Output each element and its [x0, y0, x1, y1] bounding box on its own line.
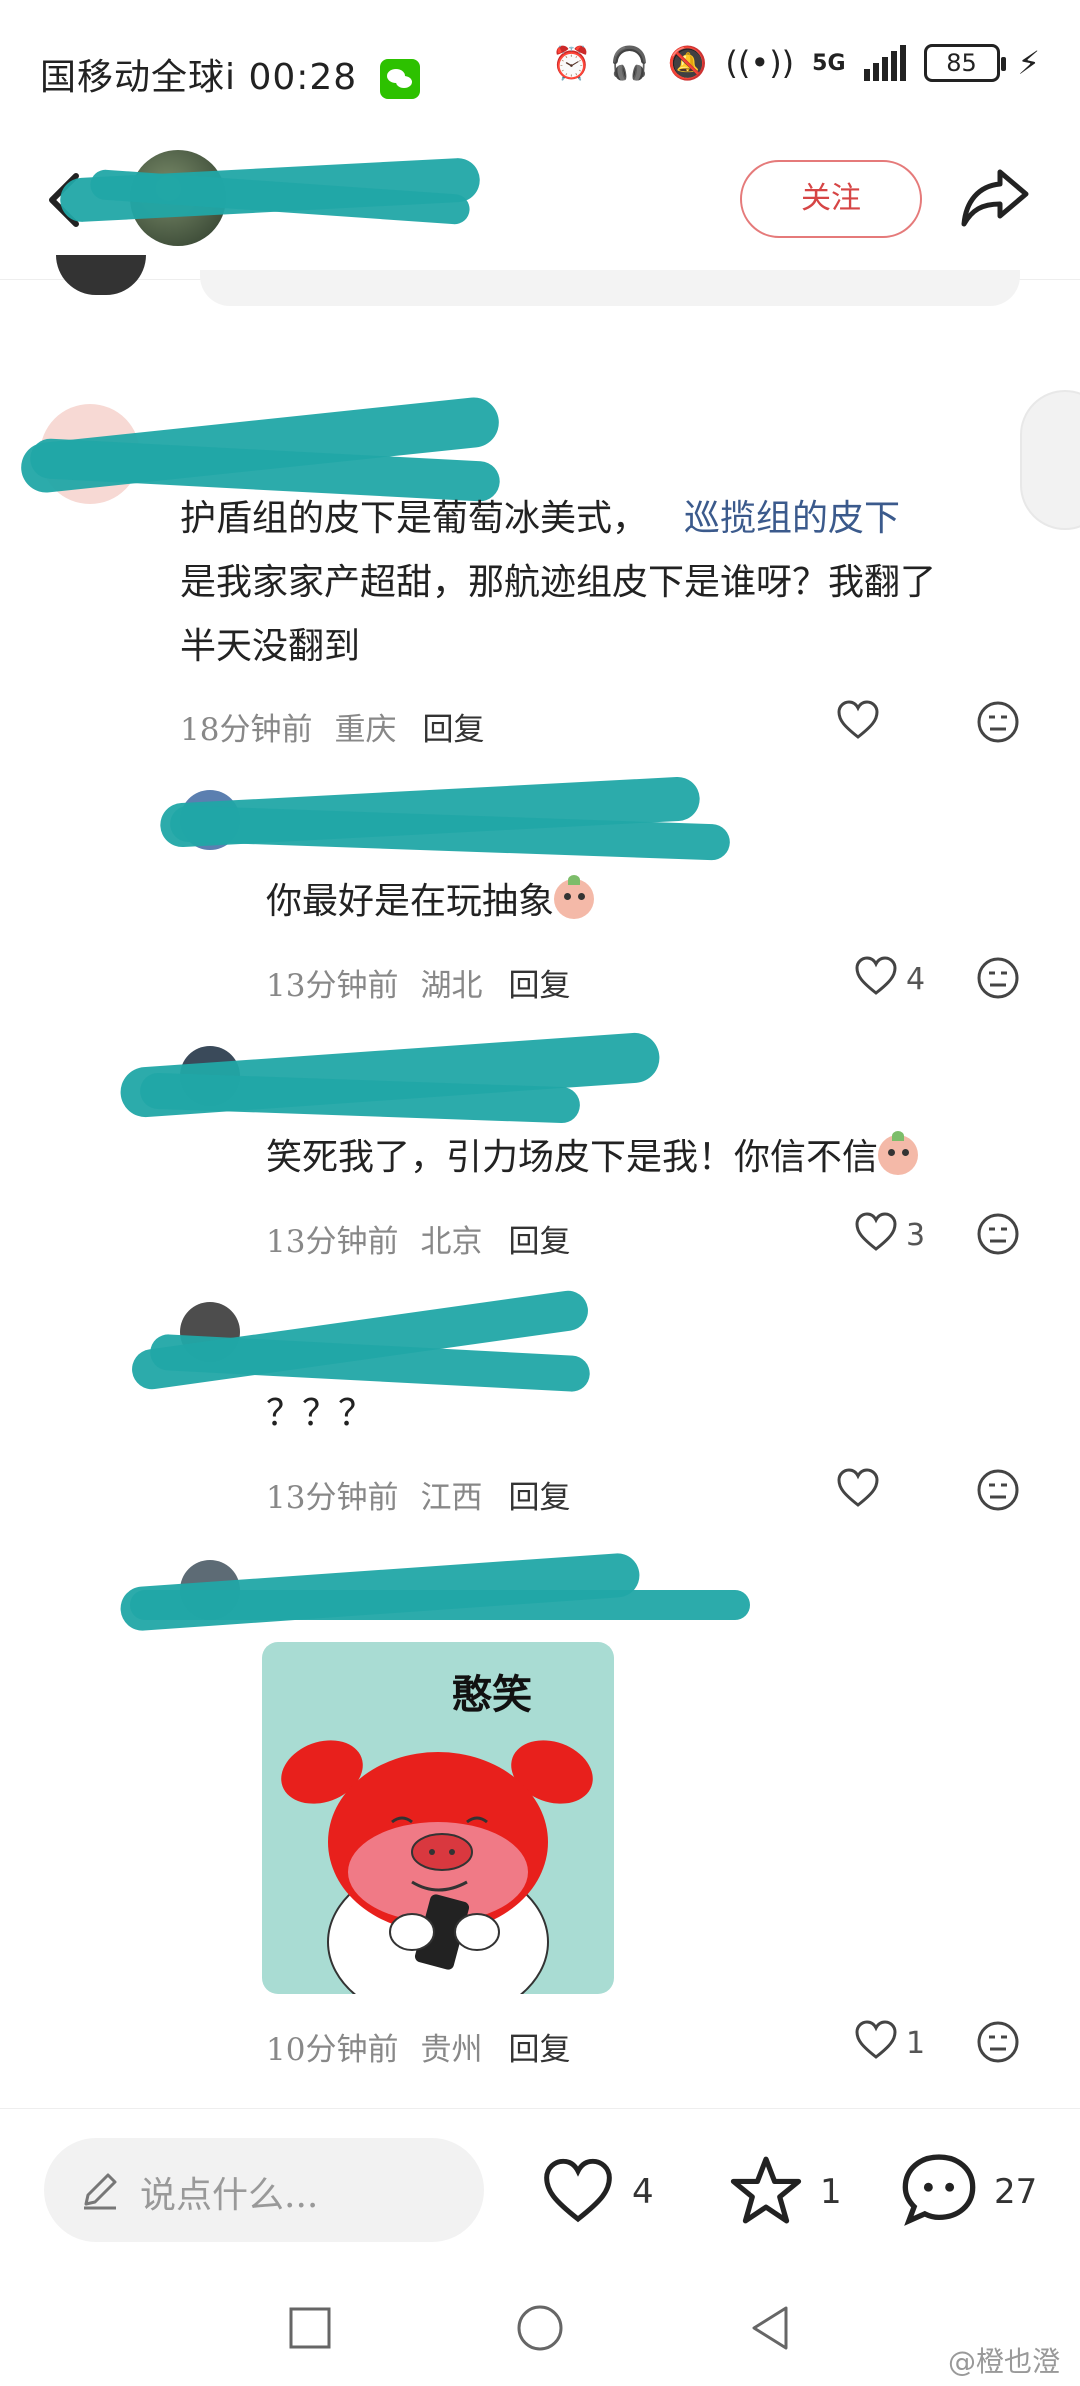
like-post-icon[interactable] [540, 2158, 616, 2224]
status-bar: 国移动全球i 00:28 ⏰ 🎧 🔕 ((•)) 5G 85 ⚡ [0, 0, 1080, 140]
wechat-icon [379, 59, 420, 99]
post-star-count: 1 [820, 2172, 842, 2212]
reply-button[interactable]: 回复 [508, 2032, 570, 2068]
prev-avatar [56, 255, 146, 295]
post-like-count: 4 [632, 2172, 654, 2212]
reply-meta: 10分钟前 贵州 回复 [266, 2032, 571, 2068]
nav-back-icon[interactable] [748, 2304, 792, 2352]
comment-placeholder: 说点什么... [140, 2175, 319, 2216]
comment-link[interactable]: 巡揽组的皮下 [684, 498, 900, 539]
pig-illustration [281, 1740, 593, 1994]
recents-icon[interactable] [288, 2306, 332, 2350]
battery-indicator: 85 [923, 44, 1006, 82]
emoji-sticker [554, 875, 595, 919]
like-count: 3 [906, 1218, 926, 1253]
follow-button[interactable]: 关注 [740, 160, 922, 238]
post-comment-count: 27 [994, 2172, 1038, 2212]
side-bubble [1020, 390, 1080, 530]
comment-text: 护盾组的皮下是葡萄冰美式， 巡揽组的皮下 是我家家产超甜，那航迹组皮下是谁呀？我翻… [180, 498, 937, 667]
carrier-time-text: 国移动全球i 00:28 [40, 57, 358, 98]
emoji-face-icon[interactable] [976, 956, 1020, 1000]
home-icon[interactable] [516, 2304, 564, 2352]
watermark: @橙也澄 [947, 2345, 1060, 2378]
emoji-sticker [878, 1131, 919, 1175]
emoji-face-icon[interactable] [976, 1212, 1020, 1256]
emoji-face-icon[interactable] [976, 700, 1020, 744]
heart-icon[interactable] [854, 1212, 898, 1252]
comment-icon[interactable] [900, 2150, 978, 2228]
reply-button[interactable]: 回复 [508, 1224, 570, 1260]
share-icon[interactable] [960, 166, 1030, 230]
heart-icon[interactable] [836, 700, 880, 740]
network-type: 5G [812, 50, 846, 76]
reply-meta: 13分钟前 江西 回复 [266, 1480, 571, 1516]
charging-icon: ⚡ [1017, 44, 1040, 82]
heart-icon[interactable] [854, 956, 898, 996]
pencil-icon [84, 2173, 117, 2210]
alarm-icon: ⏰ [551, 44, 592, 82]
comment-meta: 18分钟前 重庆 回复 [180, 712, 485, 748]
heart-icon[interactable] [836, 1468, 880, 1508]
reply-button[interactable]: 回复 [508, 1480, 570, 1516]
status-icons: ⏰ 🎧 🔕 ((•)) 5G 85 ⚡ [552, 44, 1040, 82]
reply-text: ？？？ [266, 1393, 375, 1434]
emoji-face-icon[interactable] [976, 2020, 1020, 2064]
headphones-icon: 🎧 [609, 44, 650, 82]
reply-button[interactable]: 回复 [422, 712, 484, 748]
signal-icon [863, 45, 906, 81]
reply-text: 你最好是在玩抽象 [266, 870, 595, 934]
reply-text: 笑死我了，引力场皮下是我！你信不信 [266, 1126, 919, 1190]
reply-button[interactable]: 回复 [508, 968, 570, 1004]
reply-meta: 13分钟前 湖北 回复 [266, 968, 571, 1004]
sticker-image[interactable]: 憨笑 [262, 1642, 614, 1994]
hotspot-icon: ((•)) [725, 44, 795, 82]
emoji-face-icon[interactable] [976, 1468, 1020, 1512]
prev-input [200, 270, 1020, 306]
carrier-time: 国移动全球i 00:28 [40, 48, 420, 100]
like-count: 1 [906, 2026, 926, 2061]
reply-meta: 13分钟前 北京 回复 [266, 1224, 571, 1260]
redaction-scribble [130, 1590, 750, 1620]
star-icon[interactable] [728, 2154, 804, 2226]
heart-icon[interactable] [854, 2020, 898, 2060]
like-count: 4 [906, 962, 926, 997]
mute-icon: 🔕 [667, 44, 708, 82]
